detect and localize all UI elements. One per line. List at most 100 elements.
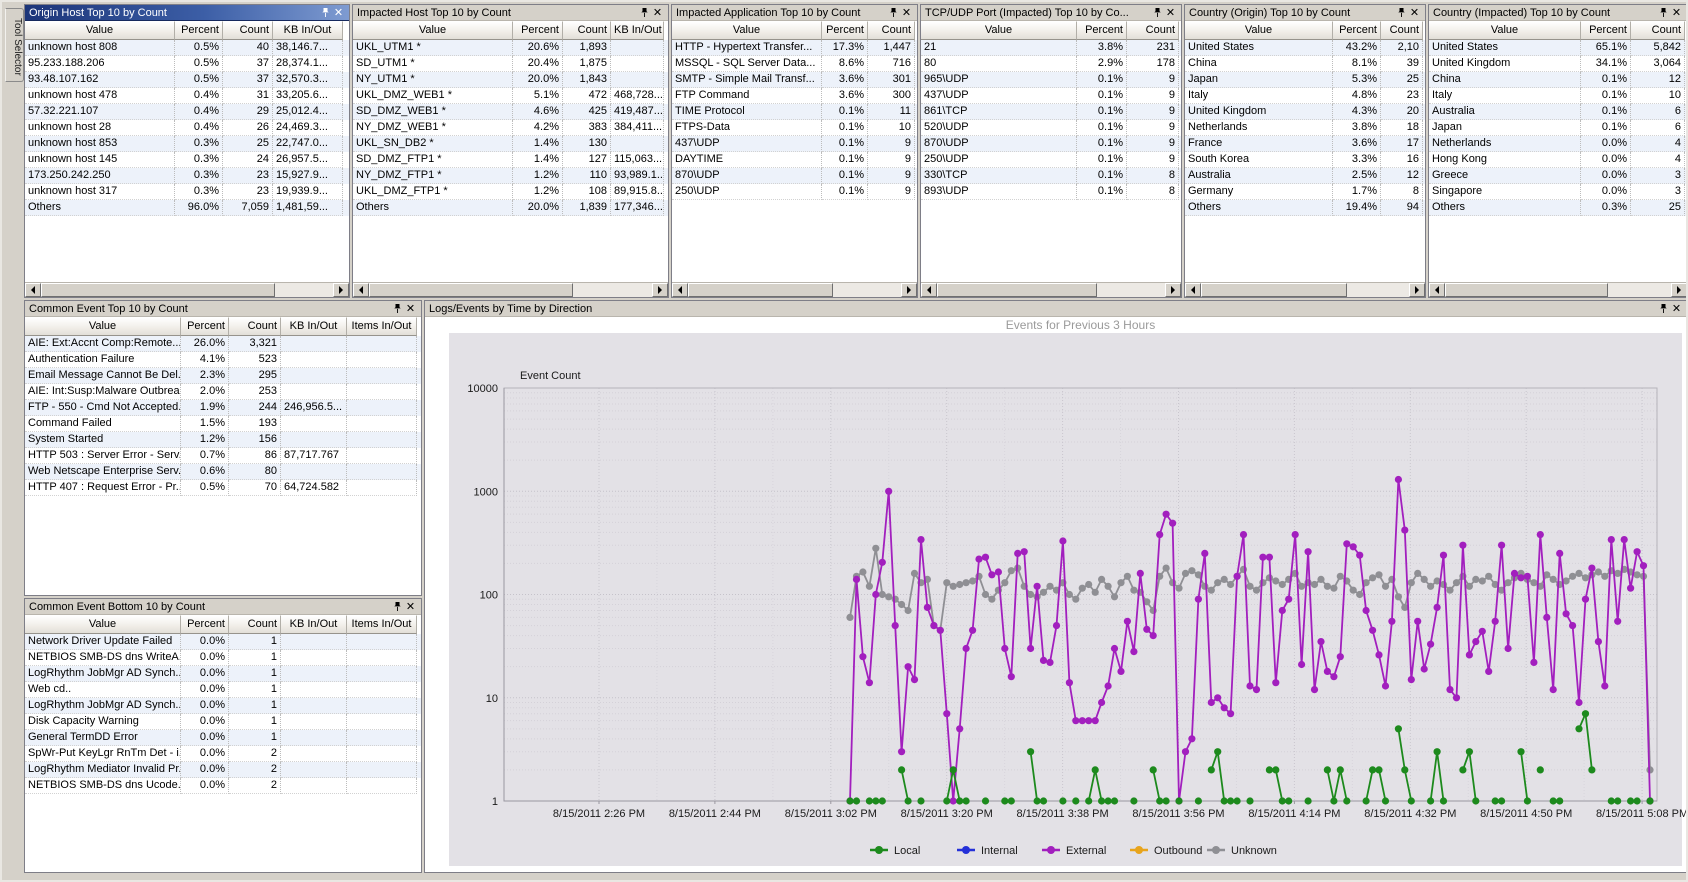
table-row[interactable]: HTTP 407 : Request Error - Pr...0.5%7064… — [25, 480, 421, 496]
scrollbar-thumb[interactable] — [369, 283, 573, 297]
column-header[interactable]: Value — [25, 21, 175, 40]
close-icon[interactable]: ✕ — [1408, 6, 1421, 20]
table-row[interactable]: Greece0.0%3 — [1429, 168, 1687, 184]
column-header[interactable]: Count — [1381, 21, 1423, 40]
panel-titlebar[interactable]: Origin Host Top 10 by Count✕ — [25, 5, 349, 21]
pin-icon[interactable] — [638, 6, 651, 20]
column-header[interactable]: Percent — [181, 615, 229, 634]
column-header[interactable]: Value — [25, 317, 181, 336]
column-header[interactable]: Value — [1429, 21, 1581, 40]
pin-icon[interactable] — [391, 600, 404, 614]
close-icon[interactable]: ✕ — [1670, 302, 1683, 316]
table-row[interactable]: 57.32.221.1070.4%2925,012.4... — [25, 104, 349, 120]
scrollbar-thumb[interactable] — [1445, 283, 1608, 297]
table-row[interactable]: LogRhythm Mediator Invalid Pr...0.0%2 — [25, 762, 421, 778]
scroll-right-button[interactable] — [652, 283, 668, 297]
column-header[interactable]: Percent — [513, 21, 563, 40]
table-row[interactable]: 965\UDP0.1%9 — [921, 72, 1181, 88]
table-row[interactable]: UKL_DMZ_WEB1 *5.1%472468,728... — [353, 88, 668, 104]
table-row[interactable]: Italy0.1%10 — [1429, 88, 1687, 104]
table-row[interactable]: Others0.3%25 — [1429, 200, 1687, 216]
table-row[interactable]: Japan0.1%6 — [1429, 120, 1687, 136]
column-header[interactable]: Count — [229, 615, 281, 634]
column-header[interactable]: Percent — [1333, 21, 1381, 40]
scrollbar-track[interactable] — [688, 283, 901, 297]
close-icon[interactable]: ✕ — [651, 6, 664, 20]
table-row[interactable]: unknown host 8530.3%2522,747.0... — [25, 136, 349, 152]
scroll-left-button[interactable] — [672, 283, 688, 297]
table-row[interactable]: South Korea3.3%16 — [1185, 152, 1425, 168]
horizontal-scrollbar[interactable] — [921, 282, 1181, 297]
table-row[interactable]: Netherlands3.8%18 — [1185, 120, 1425, 136]
horizontal-scrollbar[interactable] — [672, 282, 917, 297]
column-header[interactable]: Percent — [181, 317, 229, 336]
scroll-left-button[interactable] — [353, 283, 369, 297]
table-row[interactable]: TIME Protocol0.1%11 — [672, 104, 917, 120]
pin-icon[interactable] — [887, 6, 900, 20]
table-row[interactable]: unknown host 8080.5%4038,146.7... — [25, 40, 349, 56]
scroll-left-button[interactable] — [1429, 283, 1445, 297]
table-row[interactable]: 250\UDP0.1%9 — [921, 152, 1181, 168]
horizontal-scrollbar[interactable] — [1185, 282, 1425, 297]
scroll-left-button[interactable] — [1185, 283, 1201, 297]
table-row[interactable]: Japan5.3%25 — [1185, 72, 1425, 88]
close-icon[interactable]: ✕ — [332, 6, 345, 20]
column-header[interactable]: Count — [868, 21, 915, 40]
table-row[interactable]: 437\UDP0.1%9 — [921, 88, 1181, 104]
table-row[interactable]: AIE: Int:Susp:Malware Outbreak2.0%253 — [25, 384, 421, 400]
table-row[interactable]: UKL_UTM1 *20.6%1,893 — [353, 40, 668, 56]
column-header[interactable]: Count — [563, 21, 611, 40]
table-row[interactable]: NETBIOS SMB-DS dns WriteA...0.0%1 — [25, 650, 421, 666]
table-row[interactable]: AIE: Ext:Accnt Comp:Remote...26.0%3,321 — [25, 336, 421, 352]
pin-icon[interactable] — [1395, 6, 1408, 20]
table-row[interactable]: Disk Capacity Warning0.0%1 — [25, 714, 421, 730]
table-row[interactable]: LogRhythm JobMgr AD Synch...0.0%1 — [25, 666, 421, 682]
table-row[interactable]: FTP - 550 - Cmd Not Accepted...1.9%24424… — [25, 400, 421, 416]
table-row[interactable]: United Kingdom34.1%3,064 — [1429, 56, 1687, 72]
panel-titlebar[interactable]: Common Event Top 10 by Count✕ — [25, 301, 421, 317]
table-row[interactable]: Web cd..0.0%1 — [25, 682, 421, 698]
pin-icon[interactable] — [1151, 6, 1164, 20]
close-icon[interactable]: ✕ — [1670, 6, 1683, 20]
panel-titlebar[interactable]: Impacted Host Top 10 by Count✕ — [353, 5, 668, 21]
table-row[interactable]: SpWr-Put KeyLgr RnTm Det - i...0.0%2 — [25, 746, 421, 762]
horizontal-scrollbar[interactable] — [353, 282, 668, 297]
table-row[interactable]: Others20.0%1,839177,346... — [353, 200, 668, 216]
column-header[interactable]: Count — [1631, 21, 1685, 40]
table-row[interactable]: FTP Command3.6%300 — [672, 88, 917, 104]
table-row[interactable]: SMTP - Simple Mail Transf...3.6%301 — [672, 72, 917, 88]
close-icon[interactable]: ✕ — [1164, 6, 1177, 20]
panel-titlebar[interactable]: Impacted Application Top 10 by Count✕ — [672, 5, 917, 21]
column-header[interactable]: Value — [25, 615, 181, 634]
table-row[interactable]: 870\UDP0.1%9 — [921, 136, 1181, 152]
column-header[interactable]: Count — [1127, 21, 1179, 40]
scrollbar-track[interactable] — [937, 283, 1165, 297]
column-header[interactable]: Percent — [175, 21, 223, 40]
table-row[interactable]: United States65.1%5,842 — [1429, 40, 1687, 56]
table-row[interactable]: FTPS-Data0.1%10 — [672, 120, 917, 136]
scroll-right-button[interactable] — [1165, 283, 1181, 297]
table-row[interactable]: France3.6%17 — [1185, 136, 1425, 152]
scroll-left-button[interactable] — [921, 283, 937, 297]
table-row[interactable]: General TermDD Error0.0%1 — [25, 730, 421, 746]
table-row[interactable]: Network Driver Update Failed0.0%1 — [25, 634, 421, 650]
table-row[interactable]: Singapore0.0%3 — [1429, 184, 1687, 200]
scrollbar-thumb[interactable] — [1201, 283, 1347, 297]
column-header[interactable]: Count — [229, 317, 281, 336]
table-row[interactable]: 95.233.188.2060.5%3728,374.1... — [25, 56, 349, 72]
table-row[interactable]: Italy4.8%23 — [1185, 88, 1425, 104]
panel-titlebar[interactable]: Country (Origin) Top 10 by Count✕ — [1185, 5, 1425, 21]
scrollbar-track[interactable] — [369, 283, 652, 297]
table-row[interactable]: Australia2.5%12 — [1185, 168, 1425, 184]
table-row[interactable]: Australia0.1%6 — [1429, 104, 1687, 120]
column-header[interactable]: KB In/Out — [281, 317, 347, 336]
table-row[interactable]: LogRhythm JobMgr AD Synch...0.0%1 — [25, 698, 421, 714]
table-row[interactable]: DAYTIME0.1%9 — [672, 152, 917, 168]
column-header[interactable]: Value — [921, 21, 1077, 40]
table-row[interactable]: 93.48.107.1620.5%3732,570.3... — [25, 72, 349, 88]
table-row[interactable]: unknown host 3170.3%2319,939.9... — [25, 184, 349, 200]
column-header[interactable]: Value — [1185, 21, 1333, 40]
table-row[interactable]: Email Message Cannot Be Del...2.3%295 — [25, 368, 421, 384]
table-row[interactable]: MSSQL - SQL Server Data...8.6%716 — [672, 56, 917, 72]
table-row[interactable]: HTTP - Hypertext Transfer...17.3%1,447 — [672, 40, 917, 56]
